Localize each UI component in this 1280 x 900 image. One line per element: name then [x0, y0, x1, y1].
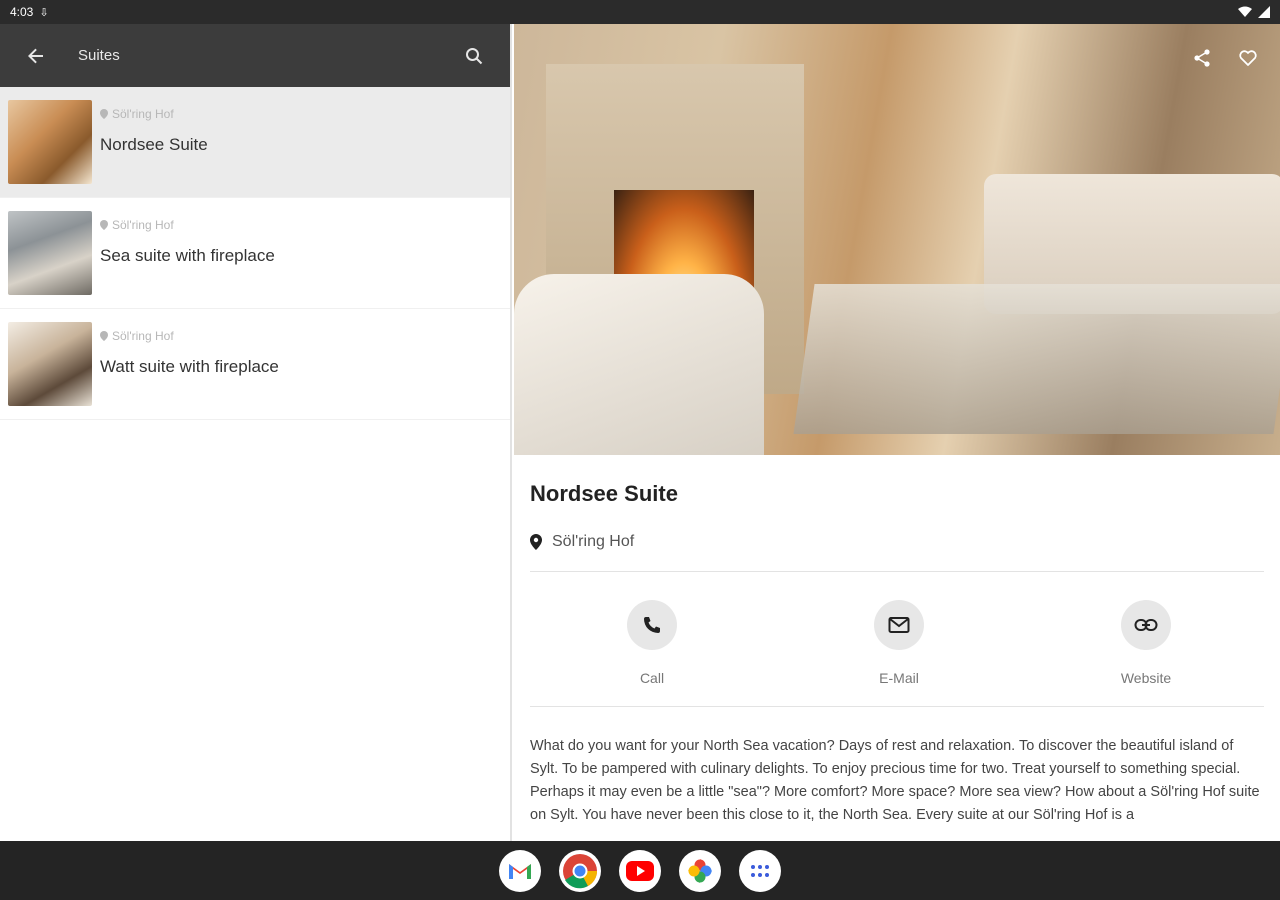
location-pin-icon — [100, 109, 108, 119]
email-button[interactable]: E-Mail — [849, 600, 949, 686]
status-time: 4:03 — [10, 5, 34, 19]
photos-app[interactable] — [679, 849, 721, 892]
item-location: Söl'ring Hof — [112, 329, 174, 343]
list-item[interactable]: Söl'ring Hof Sea suite with fireplace — [0, 198, 510, 309]
suite-title: Nordsee Suite — [530, 481, 678, 506]
list-toolbar: Suites — [0, 24, 510, 87]
search-icon — [466, 47, 483, 64]
suites-list: Söl'ring Hof Nordsee Suite Söl'ring Hof … — [0, 87, 510, 420]
search-button[interactable] — [458, 40, 490, 72]
phone-icon — [644, 617, 660, 633]
website-button[interactable]: Website — [1096, 600, 1196, 686]
gmail-app[interactable] — [499, 849, 541, 892]
suite-location-text: Söl'ring Hof — [552, 533, 635, 550]
item-location: Söl'ring Hof — [112, 107, 174, 121]
location-pin-icon — [530, 534, 542, 550]
item-title: Nordsee Suite — [100, 135, 208, 154]
mail-icon — [888, 617, 910, 633]
chrome-app[interactable] — [559, 849, 601, 892]
call-label: Call — [639, 670, 665, 686]
app-drawer-icon — [751, 864, 769, 877]
website-label: Website — [1120, 670, 1172, 686]
list-item[interactable]: Söl'ring Hof Watt suite with fireplace — [0, 309, 510, 420]
item-title: Sea suite with fireplace — [100, 246, 275, 265]
chrome-icon — [563, 853, 597, 888]
contact-actions: Call E-Mail Website — [514, 572, 1280, 686]
photos-icon — [688, 858, 712, 883]
suites-list-panel: Suites Söl'ring Hof Nordsee Suite Söl'ri… — [0, 24, 512, 841]
suite-detail-panel: Nordsee Suite Söl'ring Hof Call E-Mail W… — [514, 24, 1280, 841]
suite-thumbnail — [8, 100, 92, 184]
heart-outline-icon — [1239, 50, 1257, 66]
youtube-app[interactable] — [619, 849, 661, 892]
signal-icon — [1258, 6, 1270, 18]
share-icon — [1194, 49, 1210, 67]
download-status-icon: ⇩ — [39, 6, 49, 19]
location-pin-icon — [100, 331, 108, 341]
suite-description: What do you want for your North Sea vaca… — [530, 738, 1260, 823]
wifi-icon — [1238, 6, 1252, 17]
call-button[interactable]: Call — [602, 600, 702, 686]
arrow-back-icon — [28, 48, 43, 63]
email-label: E-Mail — [879, 670, 919, 686]
divider — [530, 706, 1264, 707]
suite-thumbnail — [8, 211, 92, 295]
toolbar-title: Suites — [78, 47, 120, 64]
youtube-icon — [626, 860, 654, 881]
list-item[interactable]: Söl'ring Hof Nordsee Suite — [0, 87, 510, 198]
item-location: Söl'ring Hof — [112, 218, 174, 232]
status-bar: 4:03 ⇩ — [0, 0, 1280, 24]
favorite-button[interactable] — [1232, 42, 1264, 74]
taskbar — [0, 841, 1280, 900]
app-drawer[interactable] — [739, 849, 781, 892]
item-title: Watt suite with fireplace — [100, 357, 279, 376]
back-button[interactable] — [20, 40, 52, 72]
gmail-icon — [509, 863, 531, 879]
suite-hero-image — [514, 24, 1280, 455]
suite-location: Söl'ring Hof — [530, 533, 1280, 551]
suite-thumbnail — [8, 322, 92, 406]
share-button[interactable] — [1186, 42, 1218, 74]
location-pin-icon — [100, 220, 108, 230]
link-icon — [1134, 619, 1158, 631]
